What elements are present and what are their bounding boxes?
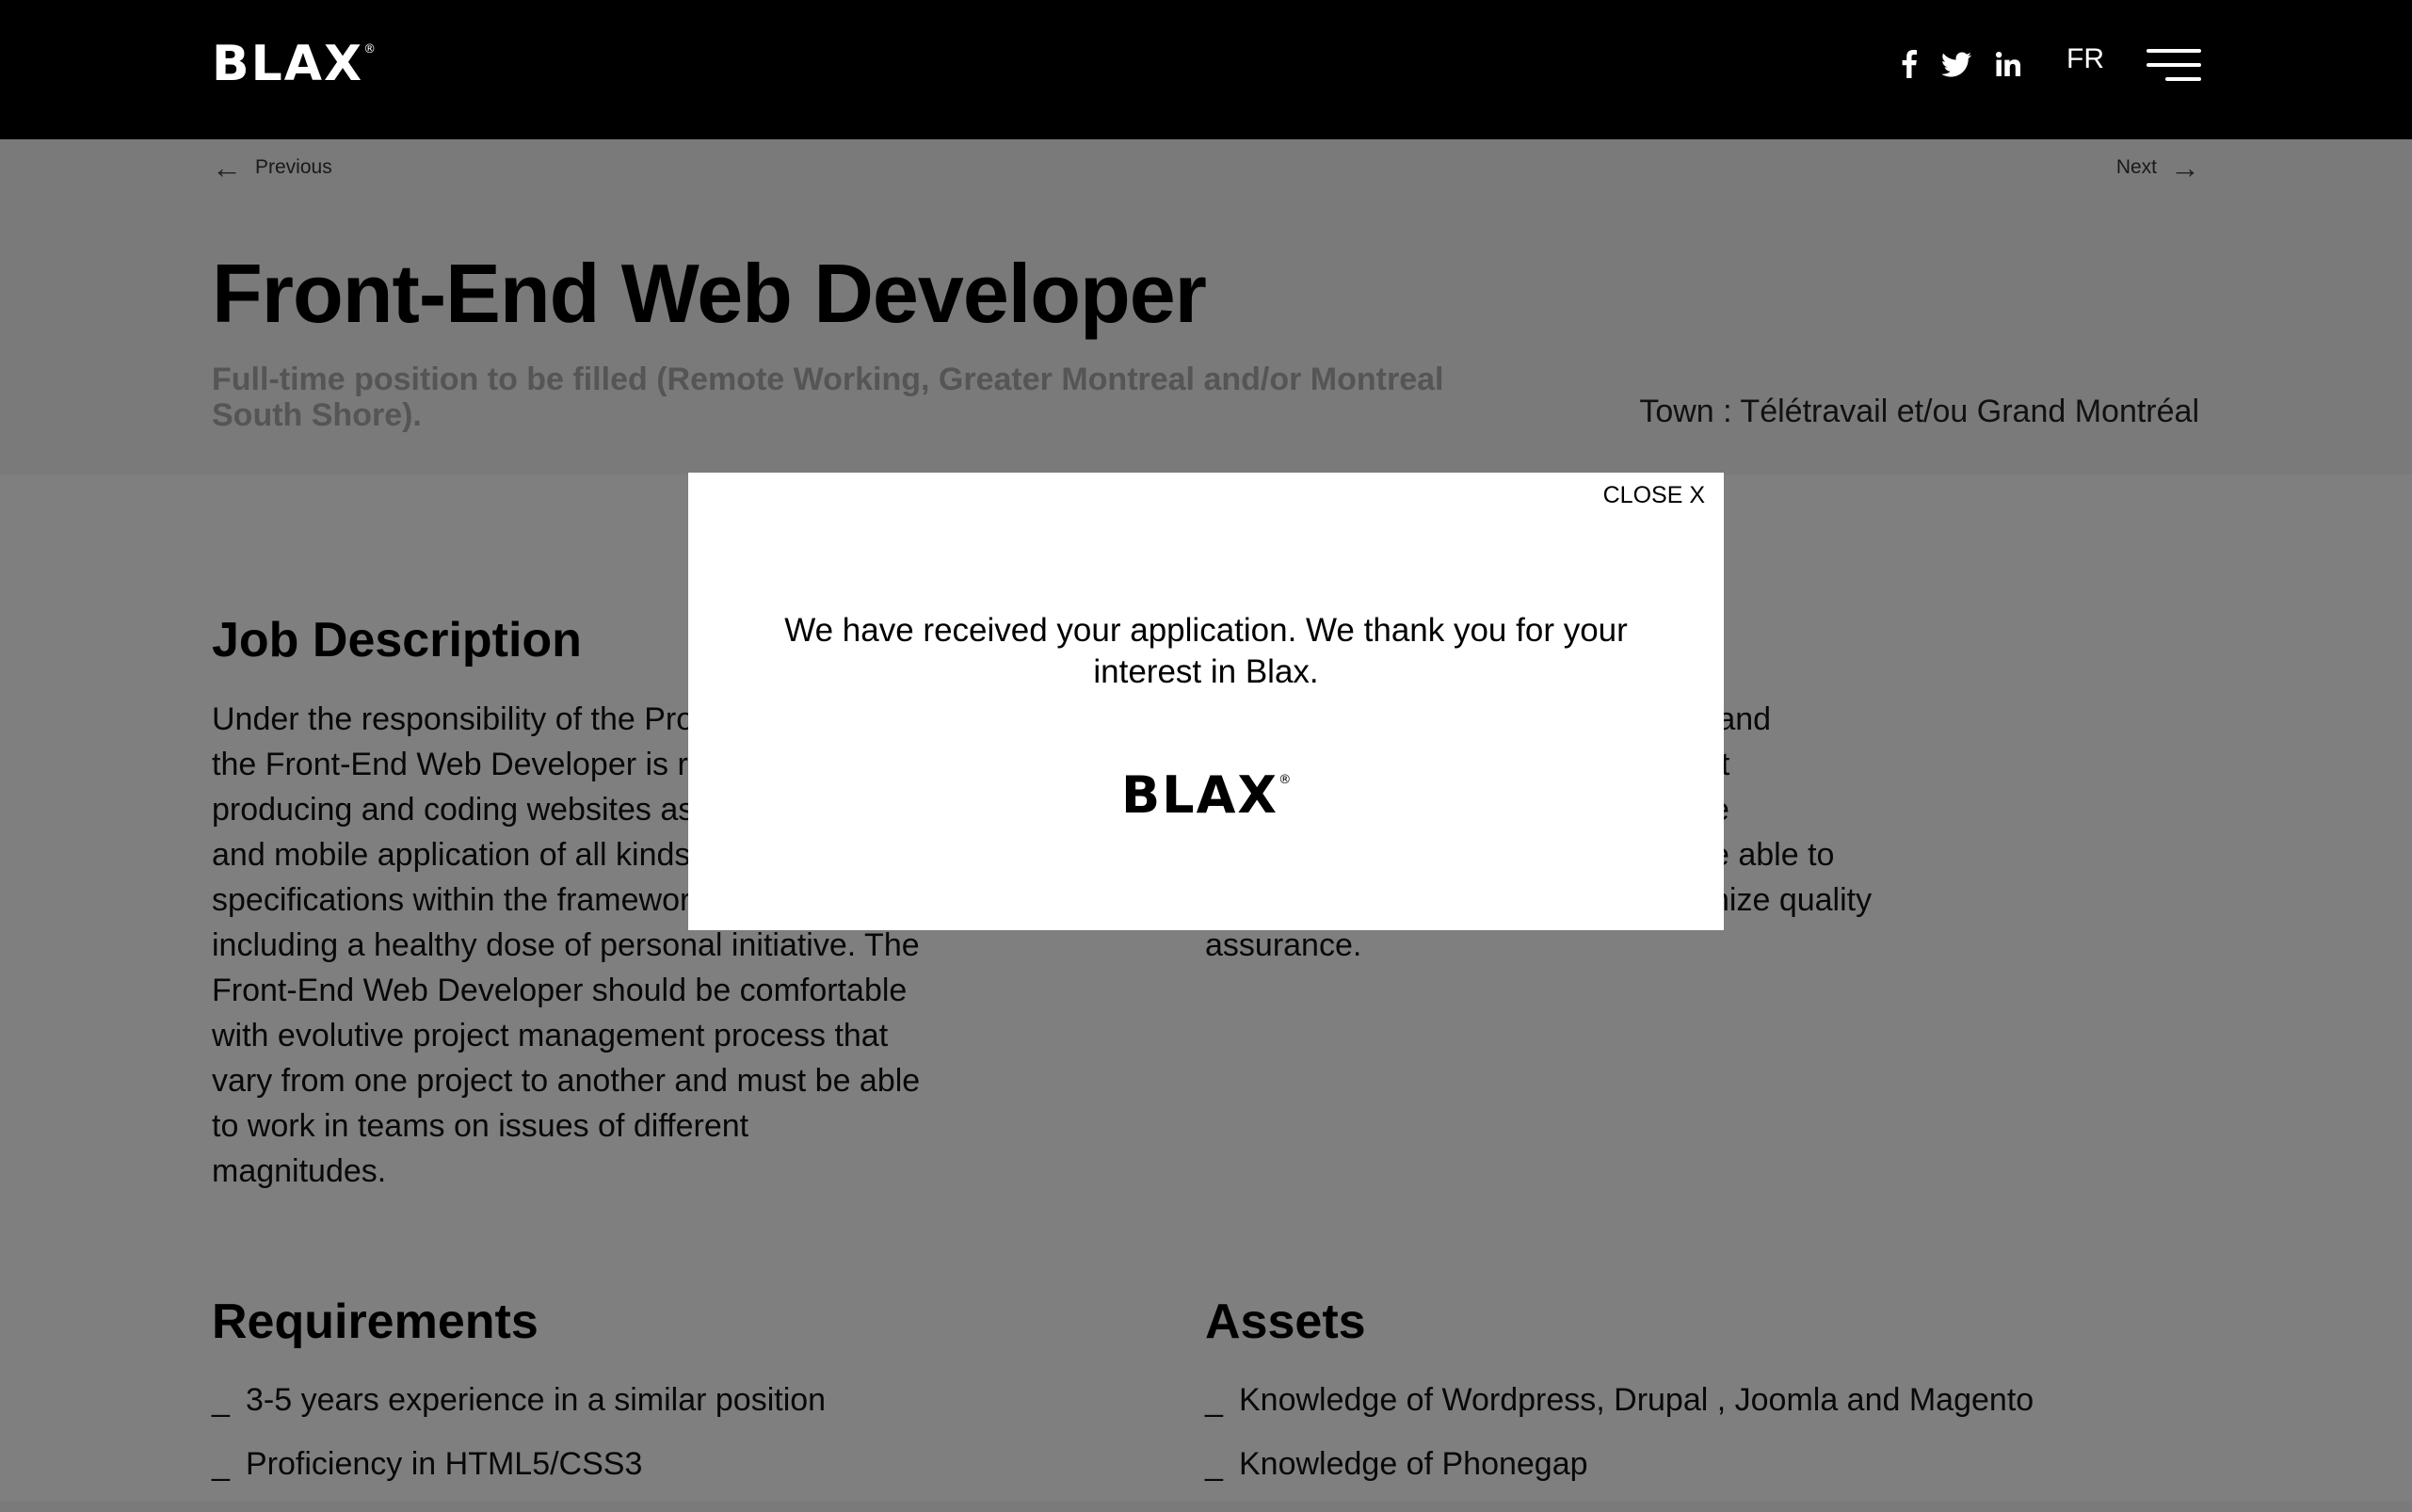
language-switch-fr[interactable]: FR — [2066, 45, 2104, 73]
menu-line — [2147, 63, 2201, 67]
linkedin-icon[interactable] — [1996, 52, 2020, 76]
confirmation-message: We have received your application. We th… — [784, 612, 1628, 690]
modal-logo: BLAX® — [1121, 770, 1294, 821]
site-header: BLAX® FR — [0, 0, 2412, 139]
logo-registered-mark: ® — [1278, 772, 1294, 787]
site-logo[interactable]: BLAX® — [212, 40, 378, 88]
hamburger-menu-icon[interactable] — [2147, 49, 2201, 81]
twitter-icon[interactable] — [1941, 52, 1971, 77]
facebook-icon[interactable] — [1902, 50, 1917, 78]
logo-text: BLAX — [1121, 765, 1278, 825]
menu-line — [2165, 77, 2201, 81]
confirmation-modal: CLOSE X We have received your applicatio… — [688, 473, 1724, 930]
logo-text: BLAX — [212, 36, 364, 92]
logo-registered-mark: ® — [363, 42, 378, 56]
close-button[interactable]: CLOSE X — [1603, 484, 1705, 507]
menu-line — [2147, 49, 2201, 53]
social-links — [1902, 43, 2020, 85]
